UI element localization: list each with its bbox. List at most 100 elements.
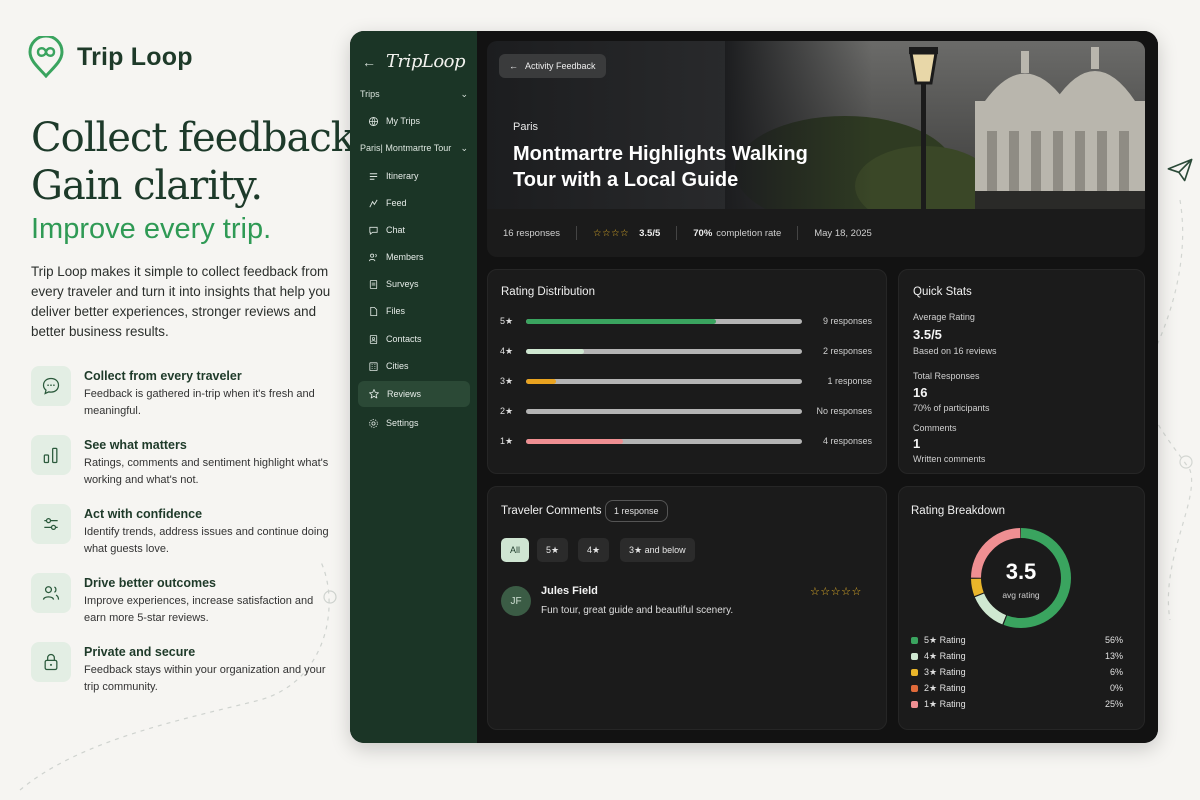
sliders-icon bbox=[31, 504, 71, 544]
sidebar-item-label: Reviews bbox=[387, 389, 422, 399]
summary-bar: 16 responses ☆☆☆☆ 3.5/5 70% completion r… bbox=[487, 209, 1145, 257]
sidebar-item-label: Feed bbox=[386, 198, 407, 208]
total-responses-label: Total Responses bbox=[913, 371, 980, 381]
legend-item: 4★ Rating 13% bbox=[911, 649, 1123, 663]
legend-item: 5★ Rating 56% bbox=[911, 633, 1123, 647]
rating-distribution-card: Rating Distribution 5★ 9 responses 4★ 2 res… bbox=[487, 269, 887, 474]
rating-bar-fill bbox=[526, 348, 584, 354]
rating-breakdown-card: Rating Breakdown 3.5 avg rating 5★ Ratin… bbox=[898, 486, 1145, 730]
sidebar-item-feed[interactable]: Feed bbox=[358, 190, 470, 216]
brand: Trip Loop bbox=[27, 36, 193, 78]
back-arrow-icon[interactable]: ← bbox=[362, 54, 376, 70]
feature-desc: Identify trends, address issues and cont… bbox=[84, 526, 329, 555]
sidebar-item-label: Surveys bbox=[386, 279, 419, 289]
response-count: 16 responses bbox=[503, 227, 561, 239]
legend-label: 3★ Rating bbox=[924, 666, 966, 677]
completion-label: completion rate bbox=[716, 227, 782, 239]
rating-bar-track bbox=[526, 348, 802, 354]
hero-banner: ← Activity Feedback Paris Montmartre Hig… bbox=[487, 41, 1145, 209]
sidebar-item-cities[interactable]: Cities bbox=[358, 353, 470, 379]
legend-swatch bbox=[911, 668, 918, 676]
rating-row: 5★ 9 responses bbox=[500, 314, 872, 328]
sidebar-item-settings[interactable]: Settings bbox=[358, 410, 470, 436]
completion-value: 70% bbox=[693, 227, 713, 239]
feature-item: Private and secure Feedback stays within… bbox=[31, 642, 331, 693]
divider bbox=[797, 226, 799, 240]
traveler-comments-card: Traveler Comments 1 response All 5★ 4★ 3… bbox=[487, 486, 887, 730]
card-title: Rating Breakdown bbox=[911, 505, 1005, 517]
rating-bar-track bbox=[526, 318, 802, 324]
filter-4-star[interactable]: 4★ bbox=[578, 538, 610, 562]
feature-title: Drive better outcomes bbox=[84, 576, 216, 590]
filter-5-star[interactable]: 5★ bbox=[537, 538, 569, 562]
headline-line-1: Collect feedback. bbox=[31, 115, 367, 161]
rating-row-label: 2★ bbox=[500, 405, 514, 416]
filter-3-star-and-below[interactable]: 3★ and below bbox=[620, 538, 695, 562]
rating-row: 2★ No responses bbox=[500, 404, 872, 418]
comments-label: Comments bbox=[913, 423, 957, 433]
total-responses-value: 16 bbox=[913, 385, 928, 400]
sidebar-item-members[interactable]: Members bbox=[358, 244, 470, 270]
users-icon bbox=[31, 573, 71, 613]
sidebar-item-label: Contacts bbox=[386, 334, 422, 344]
headline-line-2: Gain clarity. bbox=[31, 163, 263, 209]
legend-item: 3★ Rating 6% bbox=[911, 665, 1123, 679]
divider bbox=[576, 226, 578, 240]
itinerary-icon bbox=[369, 172, 378, 180]
sidebar-item-itinerary[interactable]: Itinerary bbox=[358, 163, 470, 189]
rating-row-label: 4★ bbox=[500, 345, 514, 356]
sidebar-section-trips[interactable]: Trips ⌄ bbox=[360, 89, 468, 100]
card-title: Traveler Comments bbox=[501, 505, 602, 517]
sidebar-section-trip[interactable]: Paris| Montmartre Tour ⌄ bbox=[360, 143, 468, 154]
rating-row: 4★ 2 responses bbox=[500, 344, 872, 358]
sidebar-item-reviews[interactable]: Reviews bbox=[358, 381, 470, 407]
comment-count-pill: 1 response bbox=[605, 500, 668, 522]
app-window: ← TripLoop Trips ⌄ My Trips Paris| Montm… bbox=[350, 31, 1158, 743]
bar-chart-icon bbox=[31, 435, 71, 475]
card-title: Rating Distribution bbox=[501, 286, 595, 298]
legend-label: 4★ Rating bbox=[924, 650, 966, 661]
sidebar-item-label: Files bbox=[386, 306, 406, 316]
sidebar-item-my-trips[interactable]: My Trips bbox=[358, 108, 470, 134]
files-icon bbox=[370, 306, 378, 316]
sidebar-item-files[interactable]: Files bbox=[358, 298, 470, 324]
rating-bar-fill bbox=[526, 378, 557, 384]
sidebar-item-surveys[interactable]: Surveys bbox=[358, 271, 470, 297]
rating-row-label: 1★ bbox=[500, 435, 514, 446]
sidebar-item-label: Itinerary bbox=[386, 171, 419, 181]
legend-label: 2★ Rating bbox=[924, 682, 966, 693]
feature-title: Collect from every traveler bbox=[84, 369, 242, 383]
feature-desc: Ratings, comments and sentiment highligh… bbox=[84, 457, 329, 486]
rating-row-label: 5★ bbox=[500, 315, 514, 326]
section-label: Trips bbox=[360, 89, 380, 99]
tour-date: May 18, 2025 bbox=[814, 227, 872, 239]
surveys-icon bbox=[369, 279, 378, 289]
headline: Collect feedback. Gain clarity. bbox=[31, 114, 367, 210]
activity-feedback-back-button[interactable]: ← Activity Feedback bbox=[499, 54, 606, 78]
sidebar-item-label: Settings bbox=[386, 418, 419, 428]
comment-stars: ☆☆☆☆☆ bbox=[810, 586, 862, 598]
feature-desc: Feedback is gathered in-trip when it's f… bbox=[84, 388, 315, 417]
legend-label: 1★ Rating bbox=[924, 698, 966, 709]
members-icon bbox=[368, 253, 377, 261]
quick-stats-card: Quick Stats Average Rating 3.5/5 Based o… bbox=[898, 269, 1145, 474]
legend-percent: 13% bbox=[1104, 651, 1123, 661]
feature-desc: Feedback stays within your organization … bbox=[84, 664, 326, 693]
main-content: ← Activity Feedback Paris Montmartre Hig… bbox=[477, 31, 1158, 743]
feature-item: Collect from every traveler Feedback is … bbox=[31, 366, 331, 417]
intro-paragraph: Trip Loop makes it simple to collect fee… bbox=[31, 264, 331, 339]
sidebar-item-contacts[interactable]: Contacts bbox=[358, 326, 470, 352]
rating-bar-track bbox=[526, 408, 802, 414]
feed-icon bbox=[369, 199, 378, 207]
filter-all[interactable]: All bbox=[501, 538, 530, 562]
legend-item: 1★ Rating 25% bbox=[911, 697, 1123, 711]
sidebar-item-chat[interactable]: Chat bbox=[358, 217, 470, 243]
avg-rating-sub: Based on 16 reviews bbox=[913, 346, 997, 356]
trip-loop-logo-icon bbox=[28, 36, 64, 78]
back-arrow-icon: ← bbox=[509, 61, 518, 71]
brand-name: Trip Loop bbox=[77, 42, 193, 71]
feature-title: Act with confidence bbox=[84, 507, 203, 521]
feature-list: Collect from every traveler Feedback is … bbox=[31, 366, 331, 711]
feature-desc: Improve experiences, increase satisfacti… bbox=[84, 595, 314, 624]
avatar: JF bbox=[501, 586, 531, 616]
